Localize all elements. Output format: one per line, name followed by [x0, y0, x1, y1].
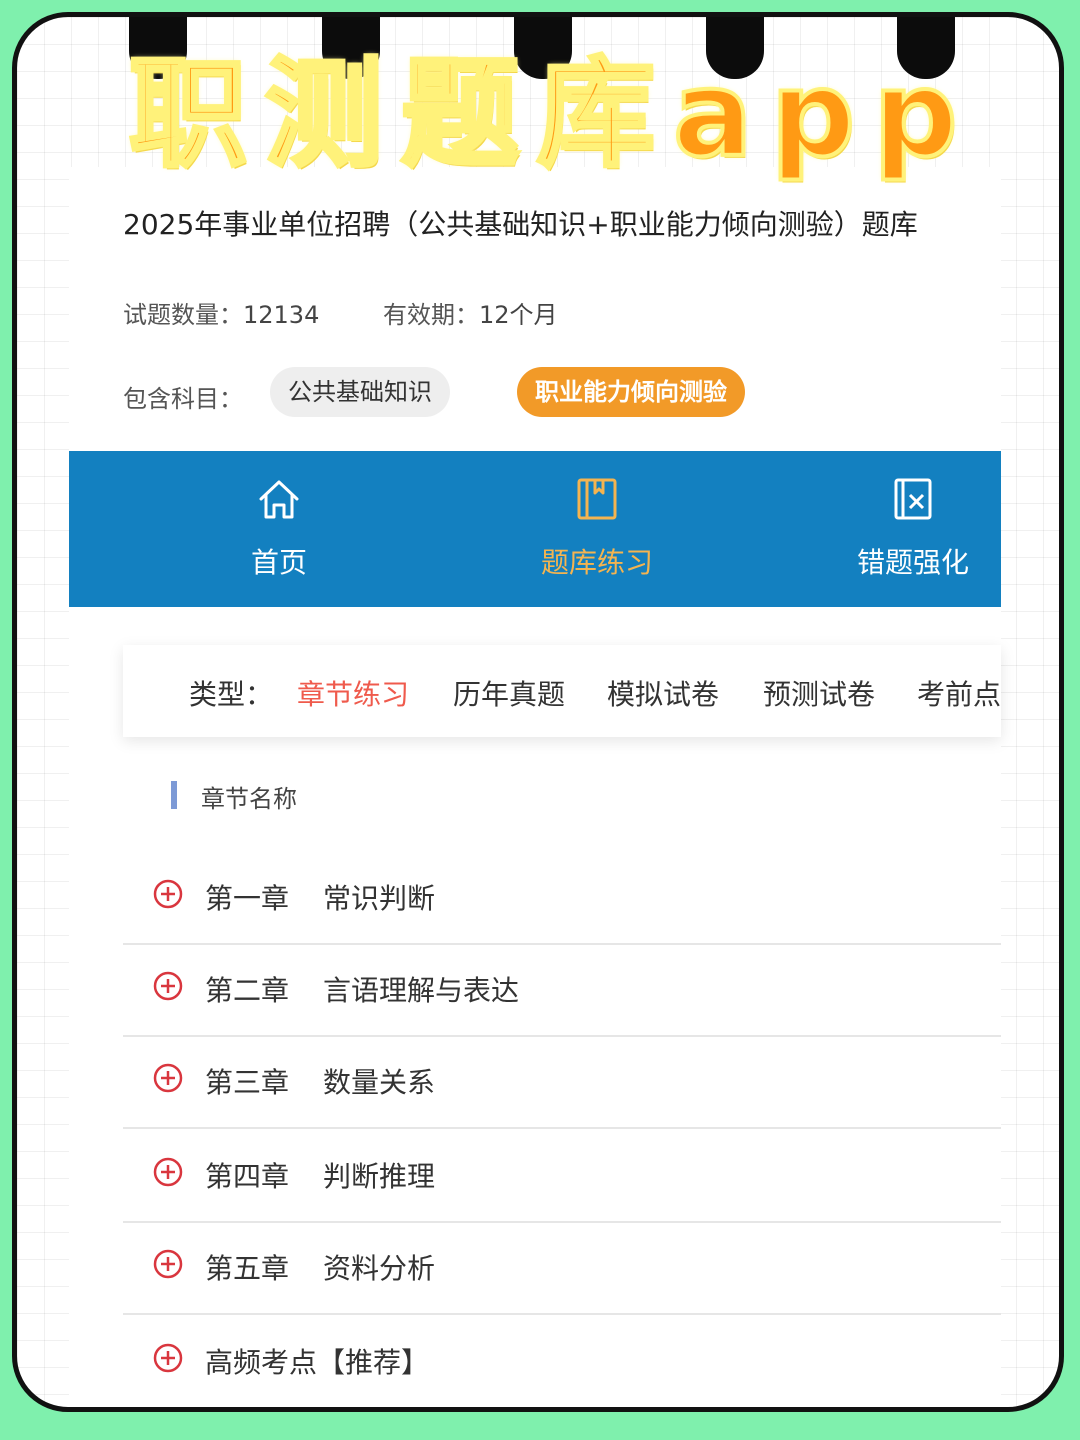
chapter-title: 数量关系 [323, 1066, 436, 1099]
chapter-number: 第二章 [205, 974, 290, 1007]
chapter-row[interactable]: 第四章 判断推理 [123, 1129, 1001, 1223]
subject-chip-aptitude-test[interactable]: 职业能力倾向测验 [517, 367, 745, 417]
section-accent-bar [171, 781, 177, 809]
chapter-title: 高频考点【推荐】 [205, 1346, 430, 1379]
subjects-label: 包含科目： [123, 385, 243, 413]
nav-item-practice[interactable]: 题库练习 [497, 451, 697, 607]
nav-label-practice: 题库练习 [540, 546, 653, 579]
banner-title: 职测题库app [127, 45, 976, 183]
chapter-row[interactable]: 第二章 言语理解与表达 [123, 943, 1001, 1037]
question-count-label: 试题数量： [123, 301, 243, 329]
book-icon [577, 478, 617, 520]
chapter-row[interactable]: 第三章 数量关系 [123, 1035, 1001, 1129]
chapter-number: 第四章 [205, 1160, 290, 1193]
type-tab-predicted-papers[interactable]: 预测试卷 [763, 673, 875, 713]
chapter-title: 判断推理 [323, 1160, 436, 1193]
type-tab-pre-exam-points[interactable]: 考前点 [917, 673, 1001, 713]
question-count-value: 12134 [243, 301, 320, 329]
chapter-list-heading: 章节名称 [201, 785, 297, 813]
expand-plus-icon [153, 1063, 183, 1093]
validity-period: 有效期：12个月 [383, 295, 558, 330]
type-tab-chapter-practice[interactable]: 章节练习 [297, 673, 409, 713]
type-filter-bar: 类型： 章节练习 历年真题 模拟试卷 预测试卷 考前点 [123, 645, 1001, 737]
chapter-title: 言语理解与表达 [323, 974, 520, 1007]
validity-value: 12个月 [479, 301, 558, 329]
expand-plus-icon [153, 1343, 183, 1373]
type-tab-mock-papers[interactable]: 模拟试卷 [607, 673, 719, 713]
app-card: 职测题库app 2025年事业单位招聘（公共基础知识+职业能力倾向测验）题库 试… [12, 12, 1064, 1412]
chapter-title: 资料分析 [323, 1252, 436, 1285]
nav-label-wrong-questions: 错题强化 [856, 546, 969, 579]
nav-label-home: 首页 [250, 546, 307, 579]
expand-plus-icon [153, 1249, 183, 1279]
wrong-question-icon [894, 478, 932, 520]
chapter-number: 第一章 [205, 882, 290, 915]
screenshot-panel: 2025年事业单位招聘（公共基础知识+职业能力倾向测验）题库 试题数量：1213… [69, 167, 1001, 1407]
chapter-row[interactable]: 第五章 资料分析 [123, 1221, 1001, 1315]
chapter-row[interactable]: 高频考点【推荐】 [123, 1315, 1001, 1407]
expand-plus-icon [153, 971, 183, 1001]
subject-chip-public-knowledge[interactable]: 公共基础知识 [270, 367, 450, 417]
question-count: 试题数量：12134 [123, 295, 319, 330]
validity-label: 有效期： [383, 301, 479, 329]
chapter-number: 第三章 [205, 1066, 290, 1099]
chapter-row[interactable]: 第一章 常识判断 [123, 851, 1001, 945]
product-title: 2025年事业单位招聘（公共基础知识+职业能力倾向测验）题库 [123, 208, 918, 241]
expand-plus-icon [153, 1157, 183, 1187]
type-label: 类型： [189, 678, 274, 711]
chapter-number: 第五章 [205, 1252, 290, 1285]
nav-item-wrong-questions[interactable]: 错题强化 [813, 451, 1013, 607]
nav-bar: 首页 题库练习 错题强化 [69, 451, 1001, 607]
expand-plus-icon [153, 879, 183, 909]
home-icon [259, 480, 299, 519]
nav-item-home[interactable]: 首页 [179, 451, 379, 607]
chapter-title: 常识判断 [323, 882, 436, 915]
type-tab-past-exams[interactable]: 历年真题 [453, 673, 565, 713]
